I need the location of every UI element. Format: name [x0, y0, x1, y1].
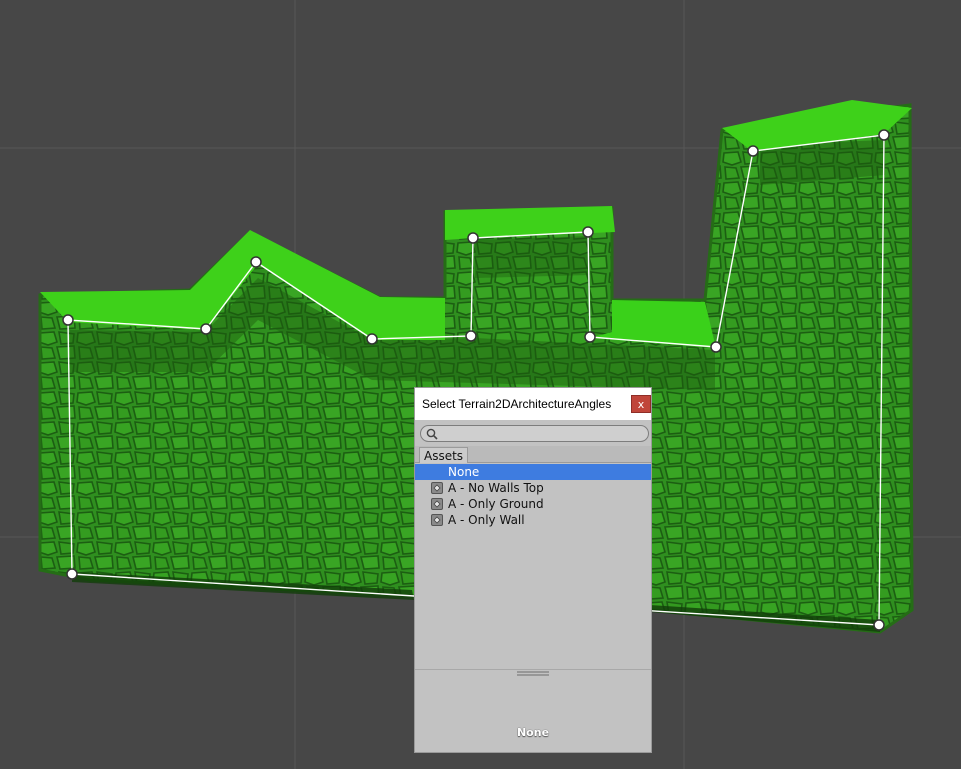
spline-point[interactable] [200, 323, 212, 335]
search-icon [426, 428, 438, 440]
spline-point[interactable] [250, 256, 262, 268]
spline-point[interactable] [62, 314, 74, 326]
asset-list: None A - No Walls Top A - Only Ground A … [415, 464, 651, 528]
unity-asset-icon [431, 514, 443, 526]
spline-point[interactable] [710, 341, 722, 353]
list-item[interactable]: A - Only Ground [415, 496, 651, 512]
preview-divider [415, 669, 651, 670]
unity-asset-icon [431, 498, 443, 510]
unity-asset-icon [431, 482, 443, 494]
list-item[interactable]: A - Only Wall [415, 512, 651, 528]
spline-point[interactable] [582, 226, 594, 238]
preview-label: None [516, 726, 550, 739]
list-item-none[interactable]: None [415, 464, 651, 480]
close-button[interactable]: x [631, 395, 651, 413]
spline-point[interactable] [467, 232, 479, 244]
spline-point[interactable] [584, 331, 596, 343]
tab-assets[interactable]: Assets [419, 447, 469, 463]
resize-handle-icon[interactable] [517, 671, 549, 676]
spline-point[interactable] [747, 145, 759, 157]
list-item-label: None [448, 465, 480, 479]
spline-point[interactable] [878, 129, 890, 141]
picker-titlebar[interactable]: Select Terrain2DArchitectureAngles x [415, 388, 651, 420]
picker-title: Select Terrain2DArchitectureAngles [422, 397, 612, 411]
spline-point[interactable] [366, 333, 378, 345]
spline-point[interactable] [66, 568, 78, 580]
list-item-label: A - Only Wall [448, 513, 525, 527]
list-item[interactable]: A - No Walls Top [415, 480, 651, 496]
list-item-label: A - No Walls Top [448, 481, 544, 495]
spline-point[interactable] [465, 330, 477, 342]
spline-point[interactable] [873, 619, 885, 631]
list-item-label: A - Only Ground [448, 497, 544, 511]
search-input[interactable] [420, 425, 649, 442]
object-picker-window: Select Terrain2DArchitectureAngles x Ass… [414, 387, 652, 753]
